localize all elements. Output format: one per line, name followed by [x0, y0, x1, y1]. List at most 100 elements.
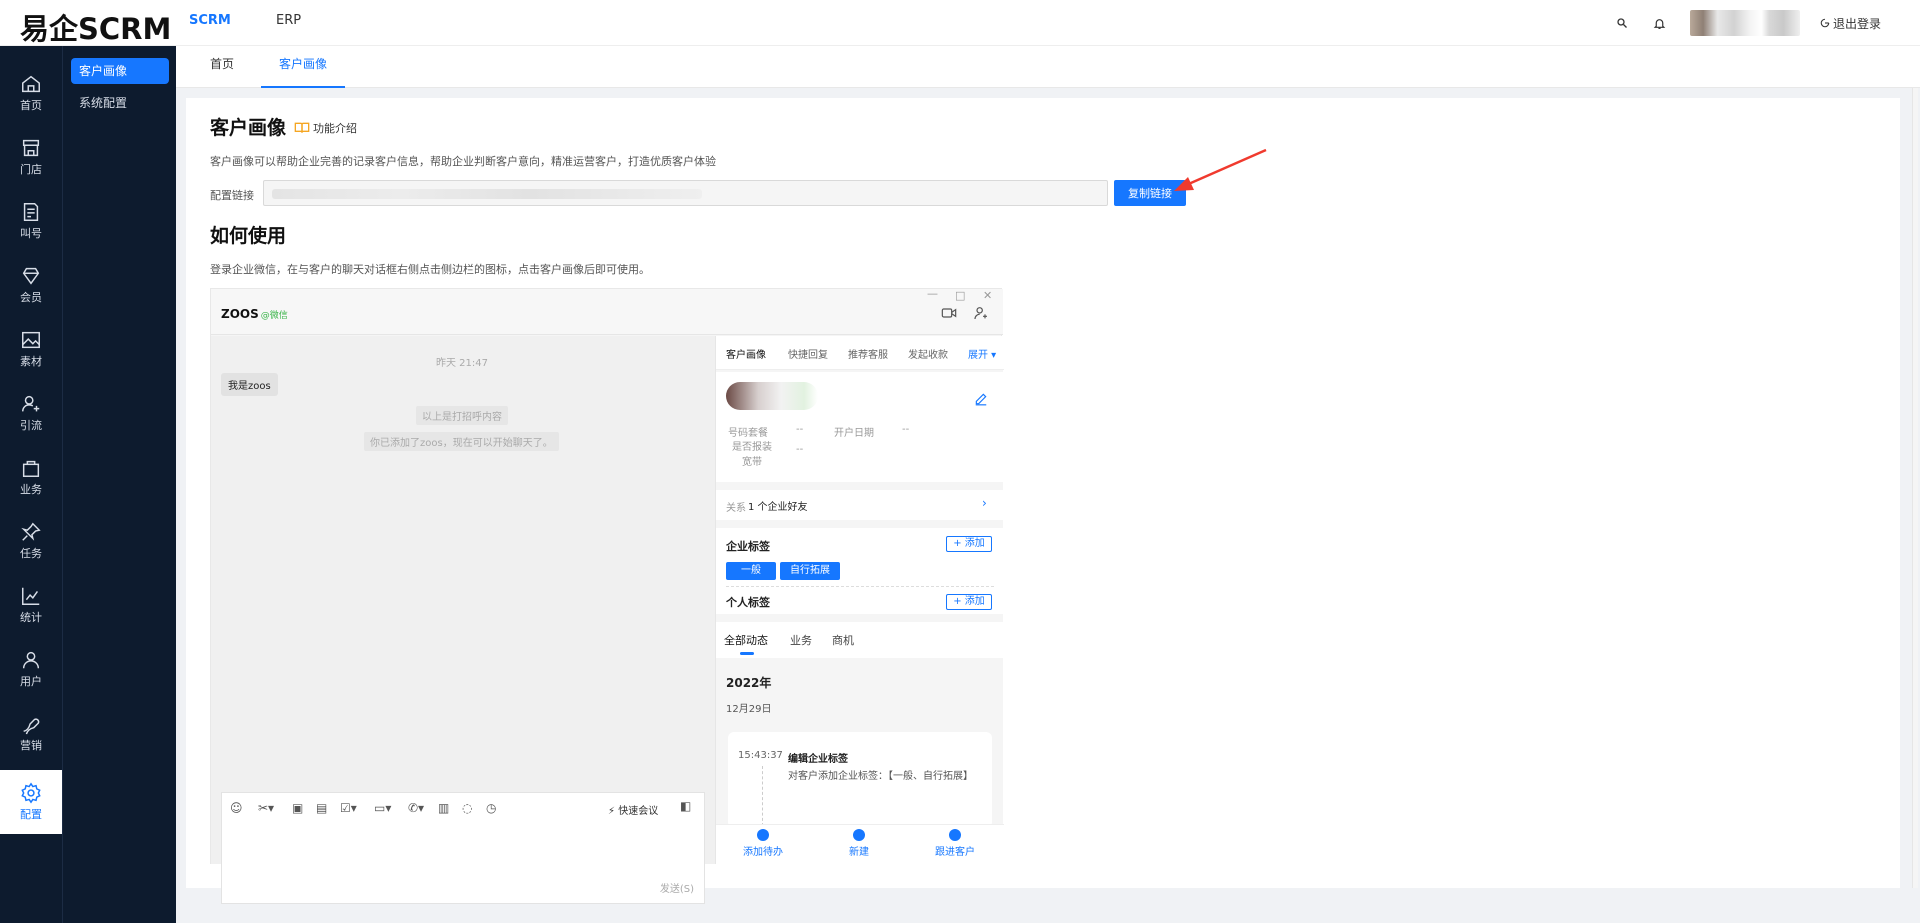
panel-tab-recommend: 推荐客服: [848, 350, 888, 361]
sidebar-item-label: 叫号: [20, 227, 42, 240]
quick-meeting-button: ⚡ 快速会议: [608, 806, 659, 817]
document-icon: ▤: [316, 801, 328, 815]
config-link-label: 配置链接: [210, 189, 254, 202]
activity-year: 2022年: [726, 676, 772, 690]
tag-icon: [853, 829, 865, 841]
how-to-use-title: 如何使用: [210, 225, 287, 247]
config-link-field[interactable]: [263, 180, 1108, 206]
app-logo[interactable]: 易企SCRM: [20, 6, 171, 48]
sidebar-item-user[interactable]: 用户: [0, 638, 62, 700]
user-icon: [22, 651, 40, 669]
relation-row: 关系 1 个企业好友 ›: [716, 490, 1004, 520]
field-value-plan: --: [796, 424, 804, 435]
panel-bottom-bar: 添加待办 新建 跟进客户: [716, 824, 1004, 864]
sidebar-item-business[interactable]: 业务: [0, 446, 62, 508]
send-button: 发送(S): [659, 884, 694, 895]
sidebar-item-stats[interactable]: 统计: [0, 574, 62, 636]
chat-input-area[interactable]: ☺ ✂▾ ▣ ▤ ☑▾ ▭▾ ✆▾ ▥ ◌ ◷ ⚡ 快速会议 ◧ 发送(S): [221, 792, 705, 904]
book-icon: [294, 122, 310, 133]
tags-divider: [726, 586, 994, 587]
user-avatar[interactable]: [1690, 0, 1800, 46]
topnav-scrm[interactable]: SCRM: [189, 13, 231, 28]
panel-tabs: 客户画像 快捷回复 推荐客服 发起收款 展开 ▾: [716, 336, 1004, 370]
field-key-broadband: 是否报装宽带: [732, 442, 772, 468]
feature-intro-link[interactable]: 功能介绍: [294, 120, 357, 136]
relation-value: 1 个企业好友: [748, 502, 808, 513]
activity-date: 12月29日: [726, 704, 772, 715]
add-todo-button: 添加待办: [728, 829, 798, 858]
customer-info-card: 号码套餐 -- 开户日期 -- 是否报装宽带 --: [716, 372, 1004, 482]
ticket-icon: [23, 203, 39, 221]
follow-customer-button: 跟进客户: [920, 829, 990, 858]
contact-name: ZOOS: [221, 307, 259, 321]
config-link-value-blurred: [272, 189, 702, 199]
tags-card: 企业标签 + 添加 一般 自行拓展 个人标签 + 添加: [716, 528, 1004, 614]
subnav-system-config[interactable]: 系统配置: [71, 90, 169, 116]
sidebar-item-home[interactable]: 首页: [0, 62, 62, 124]
new-label: 新建: [849, 847, 869, 858]
sidebar-item-traffic[interactable]: 引流: [0, 382, 62, 444]
minimize-icon: —: [927, 287, 938, 300]
system-message-greeting: 以上是打招呼内容: [416, 406, 508, 425]
main-sidebar: 首页 门店 叫号 会员 素材 引流 业务 任务 统计 用户 营销 配置: [0, 46, 62, 923]
personal-tags-label: 个人标签: [726, 596, 770, 609]
sidebar-item-store[interactable]: 门店: [0, 126, 62, 188]
sidebar-item-label: 门店: [20, 163, 42, 176]
checkbox-icon: ☑▾: [340, 801, 357, 815]
logout-label: 退出登录: [1833, 16, 1882, 31]
page-tabs: 首页 客户画像: [176, 46, 1920, 88]
panel-tab-quick-reply: 快捷回复: [788, 350, 828, 361]
search-button[interactable]: [1612, 0, 1632, 46]
sidebar-item-label: 素材: [20, 355, 42, 368]
corp-tag: 自行拓展: [780, 562, 840, 580]
sidebar-item-material[interactable]: 素材: [0, 318, 62, 380]
pin-icon: [21, 522, 41, 541]
sidebar-item-label: 营销: [20, 739, 42, 752]
sidebar-item-label: 任务: [20, 547, 42, 560]
activity-tab-indicator: [740, 652, 754, 655]
chat-timestamp: 昨天 21:47: [436, 358, 488, 369]
logout-button[interactable]: 退出登录: [1820, 0, 1881, 46]
notification-button[interactable]: [1649, 0, 1669, 46]
emoji-icon: ☺: [230, 801, 243, 815]
topnav-erp[interactable]: ERP: [276, 13, 301, 28]
search-icon: [1612, 13, 1632, 33]
event-detail: 对客户添加企业标签：【一般、自行拓展】: [788, 771, 973, 782]
user-add-icon: [22, 395, 40, 412]
chat-header: ZOOS @微信 — □ ✕: [211, 287, 1003, 335]
quick-meeting-label: 快速会议: [618, 806, 659, 817]
subnav-customer-profile[interactable]: 客户画像: [71, 58, 169, 84]
marketing-icon: [23, 718, 40, 735]
corp-tag: 一般: [726, 562, 776, 580]
bell-icon: [1649, 13, 1669, 33]
maximize-icon: □: [955, 289, 966, 302]
page-scrollbar[interactable]: [1912, 88, 1918, 888]
red-packet-icon: ▥: [438, 801, 450, 815]
usage-screenshot: ZOOS @微信 — □ ✕ 昨天 21:47 我是zoos 以上是打招呼内容 你…: [210, 287, 1004, 904]
sidebar-item-label: 配置: [20, 808, 42, 821]
sidebar-toggle-icon: ◧: [680, 799, 692, 813]
tab-customer-profile[interactable]: 客户画像: [261, 46, 345, 88]
system-message-added: 你已添加了zoos，现在可以开始聊天了。: [364, 432, 559, 451]
sidebar-item-member[interactable]: 会员: [0, 254, 62, 316]
sidebar-item-config[interactable]: 配置: [0, 770, 62, 834]
sidebar-item-task[interactable]: 任务: [0, 510, 62, 572]
corp-tags-label: 企业标签: [726, 540, 770, 553]
chat-area: 昨天 21:47 我是zoos 以上是打招呼内容 你已添加了zoos，现在可以开…: [211, 336, 715, 904]
edit-icon: [975, 393, 987, 406]
video-call-icon: [941, 308, 957, 318]
sidebar-item-queue[interactable]: 叫号: [0, 190, 62, 252]
activity-event-card: 15:43:37 编辑企业标签 对客户添加企业标签：【一般、自行拓展】: [728, 732, 992, 828]
add-todo-label: 添加待办: [743, 847, 783, 858]
home-icon: [22, 75, 40, 93]
field-key-open-date: 开户日期: [834, 428, 874, 439]
sidebar-item-marketing[interactable]: 营销: [0, 702, 62, 764]
sidebar-item-label: 业务: [20, 483, 42, 496]
follow-customer-label: 跟进客户: [935, 847, 975, 858]
bag-icon: [22, 460, 40, 477]
event-timeline: [762, 766, 763, 826]
clock-icon: [757, 829, 769, 841]
activity-tab-business: 业务: [790, 634, 812, 647]
more-icon: ◌: [462, 801, 473, 815]
tab-home[interactable]: 首页: [200, 46, 244, 88]
